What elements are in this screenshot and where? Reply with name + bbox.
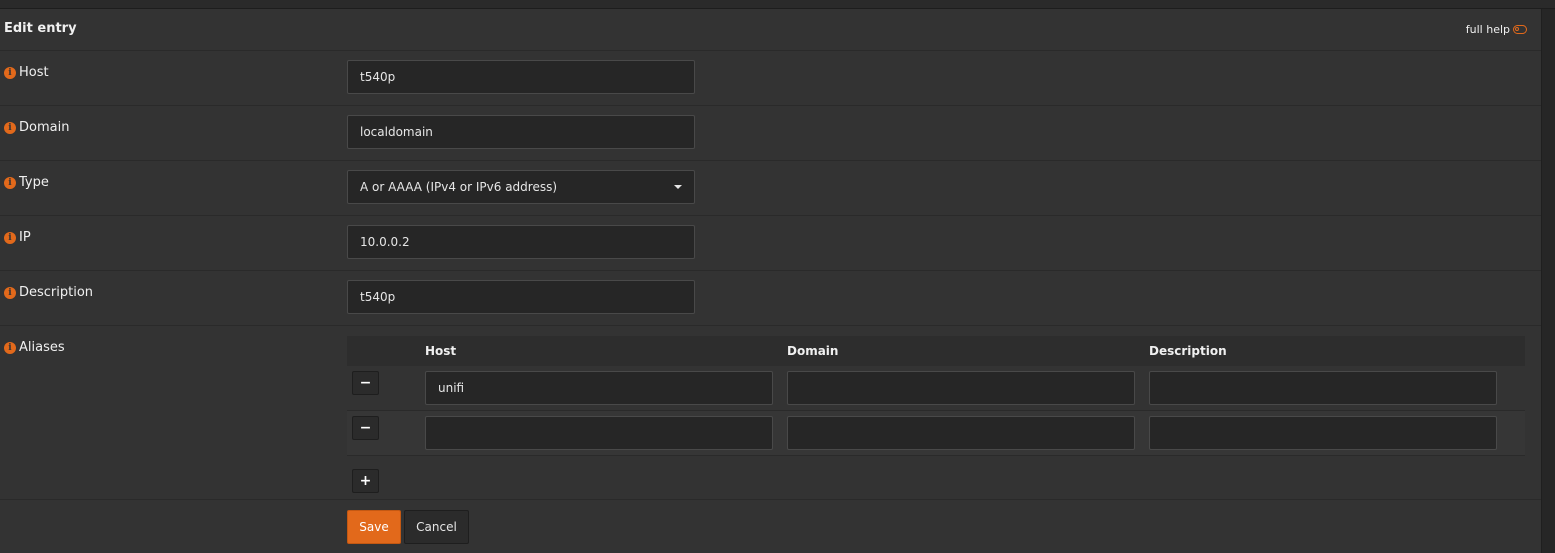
alias-row: − unifi <box>347 366 1525 411</box>
type-select-value: A or AAAA (IPv4 or IPv6 address) <box>360 180 558 194</box>
host-label-text: Host <box>19 65 49 80</box>
toggle-off-icon[interactable] <box>1513 25 1527 34</box>
alias-description-input[interactable] <box>1149 416 1497 450</box>
ip-input[interactable]: 10.0.0.2 <box>347 225 695 259</box>
aliases-label: i Aliases <box>4 340 65 355</box>
info-icon[interactable]: i <box>4 121 16 134</box>
add-alias-button[interactable]: + <box>352 469 379 493</box>
column-header-description: Description <box>1149 344 1227 358</box>
panel-header: Edit entry full help <box>0 9 1541 51</box>
save-button[interactable]: Save <box>347 510 401 544</box>
ip-label: i IP <box>4 230 31 245</box>
host-label: i Host <box>4 65 49 80</box>
remove-alias-button[interactable]: − <box>352 371 379 395</box>
aliases-row: i Aliases Host Domain Description − unif… <box>0 326 1541 500</box>
description-input[interactable]: t540p <box>347 280 695 314</box>
alias-row: − <box>347 411 1525 456</box>
panel-title: Edit entry <box>4 21 77 36</box>
info-icon[interactable]: i <box>4 231 16 244</box>
ip-label-text: IP <box>19 230 31 245</box>
alias-description-input[interactable] <box>1149 371 1497 405</box>
cancel-button[interactable]: Cancel <box>404 510 469 544</box>
domain-input[interactable]: localdomain <box>347 115 695 149</box>
column-header-domain: Domain <box>787 344 839 358</box>
info-icon[interactable]: i <box>4 66 16 79</box>
edit-entry-panel: Edit entry full help i Host t540p i Doma… <box>0 9 1542 553</box>
type-label-text: Type <box>19 175 49 190</box>
info-icon[interactable]: i <box>4 341 16 354</box>
remove-alias-button[interactable]: − <box>352 416 379 440</box>
type-select[interactable]: A or AAAA (IPv4 or IPv6 address) <box>347 170 695 204</box>
info-icon[interactable]: i <box>4 286 16 299</box>
full-help-toggle[interactable]: full help <box>1466 23 1527 36</box>
caret-down-icon <box>674 185 682 189</box>
alias-host-input[interactable] <box>425 416 773 450</box>
host-row: i Host t540p <box>0 51 1541 106</box>
domain-label-text: Domain <box>19 120 70 135</box>
alias-domain-input[interactable] <box>787 416 1135 450</box>
type-label: i Type <box>4 175 49 190</box>
description-label: i Description <box>4 285 93 300</box>
description-row: i Description t540p <box>0 271 1541 326</box>
alias-domain-input[interactable] <box>787 371 1135 405</box>
top-bar <box>0 0 1555 9</box>
ip-row: i IP 10.0.0.2 <box>0 216 1541 271</box>
aliases-table-header: Host Domain Description <box>347 336 1525 366</box>
description-label-text: Description <box>19 285 94 300</box>
type-row: i Type A or AAAA (IPv4 or IPv6 address) <box>0 161 1541 216</box>
domain-label: i Domain <box>4 120 69 135</box>
domain-row: i Domain localdomain <box>0 106 1541 161</box>
alias-host-input[interactable]: unifi <box>425 371 773 405</box>
column-header-host: Host <box>425 344 457 358</box>
host-input[interactable]: t540p <box>347 60 695 94</box>
info-icon[interactable]: i <box>4 176 16 189</box>
full-help-label: full help <box>1465 23 1510 36</box>
aliases-label-text: Aliases <box>19 340 65 355</box>
